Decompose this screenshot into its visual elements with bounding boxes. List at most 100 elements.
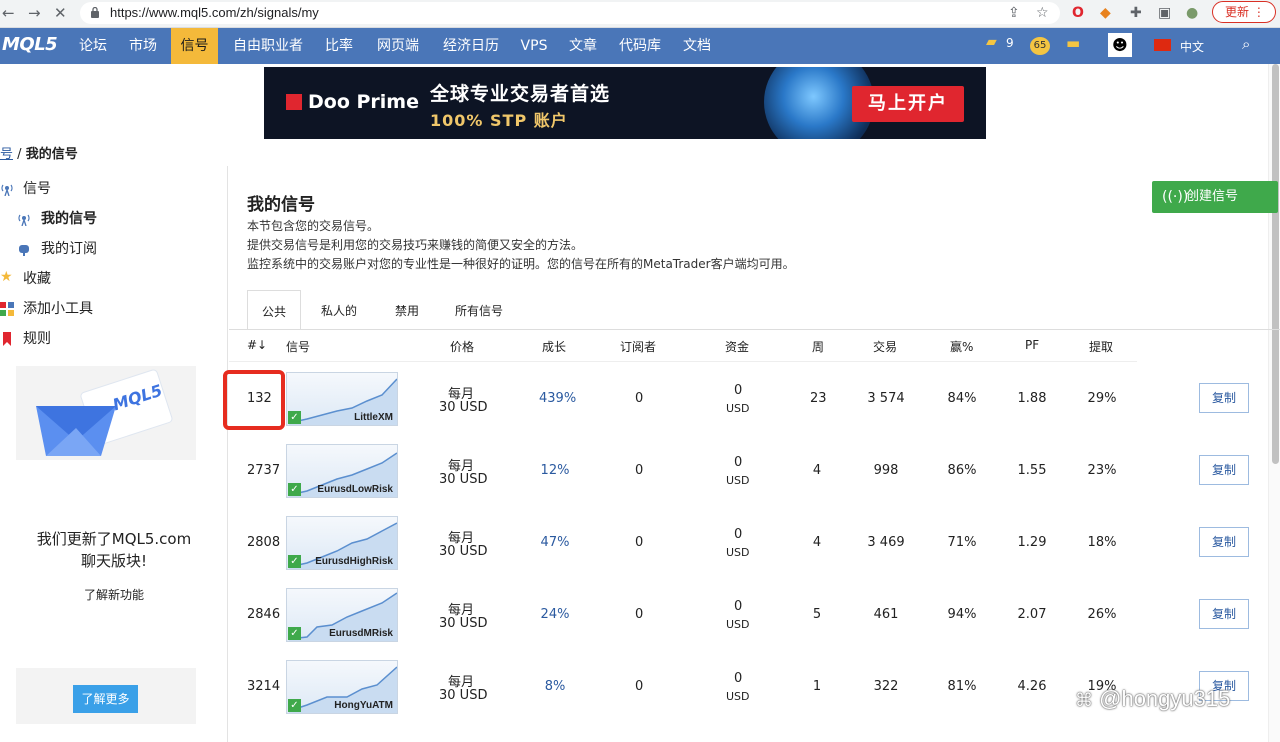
language-selector[interactable]: 中文	[1180, 38, 1204, 55]
nav-webterminal[interactable]: 网页端	[370, 28, 426, 64]
table-row[interactable]: 2737 EurusdLowRisk ✓ 每月 30 USD 12% 0 0 USD 4 998 86…	[229, 437, 1249, 509]
sidebar-item-subscriptions[interactable]: 我的订阅	[41, 240, 97, 258]
subscribers-value: 0	[635, 607, 644, 622]
copy-signal-button[interactable]: 复制	[1199, 599, 1249, 629]
folder-icon[interactable]: ▰	[986, 34, 997, 50]
tab-private[interactable]: 私人的	[311, 290, 367, 330]
copy-signal-button[interactable]: 复制	[1199, 455, 1249, 485]
col-growth[interactable]: 成长	[542, 338, 566, 355]
signal-thumbnail[interactable]: EurusdHighRisk ✓	[286, 516, 398, 570]
subscribers-value: 0	[635, 463, 644, 478]
table-row[interactable]: 2808 EurusdHighRisk ✓ 每月 30 USD 47% 0 0 USD 4 3 46…	[229, 509, 1249, 581]
profit-factor-value: 2.07	[1017, 607, 1047, 622]
drawdown-value: 18%	[1087, 535, 1117, 550]
sidebar-item-favorites[interactable]: 收藏	[23, 270, 51, 288]
signal-thumbnail[interactable]: EurusdLowRisk ✓	[286, 444, 398, 498]
sidebar-item-widgets[interactable]: 添加小工具	[23, 300, 93, 318]
browser-toolbar: ← → ✕ https://www.mql5.com/zh/signals/my…	[0, 0, 1280, 28]
main-content: 我的信号 本节包含您的交易信号。 提供交易信号是利用您的交易技巧来赚钱的简便又安…	[229, 166, 1280, 742]
banner-cta-button[interactable]: 马上开户	[852, 86, 964, 122]
nav-market[interactable]: 市场	[122, 28, 164, 64]
table-row[interactable]: 3214 HongYuATM ✓ 每月 30 USD 8% 0 0 USD 1 322 81% 4.26…	[229, 653, 1249, 725]
promo-card-image[interactable]: MQL5	[16, 366, 196, 460]
opera-icon[interactable]: O	[1072, 4, 1084, 22]
nav-signals[interactable]: 信号	[171, 28, 218, 64]
growth-value[interactable]: 8%	[539, 679, 571, 694]
win-rate-value: 81%	[947, 679, 977, 694]
share-icon[interactable]: ⇪	[1008, 4, 1020, 22]
table-header: #↓ 信号 价格 成长 订阅者 资金 周 交易 赢% PF 提取	[229, 330, 1137, 362]
signal-thumbnail[interactable]: LittleXM ✓	[286, 372, 398, 426]
col-subscribers[interactable]: 订阅者	[620, 338, 656, 355]
nav-docs[interactable]: 文档	[676, 28, 718, 64]
widgets-icon	[0, 302, 14, 316]
notifications-badge[interactable]: 65	[1030, 37, 1050, 55]
col-drawdown[interactable]: 提取	[1089, 338, 1113, 355]
trades-value: 3 469	[867, 535, 905, 550]
sidebar-item-rules[interactable]: 规则	[23, 330, 51, 348]
learn-more-button[interactable]: 了解更多	[73, 685, 138, 713]
nav-forum[interactable]: 论坛	[72, 28, 114, 64]
win-rate-value: 94%	[947, 607, 977, 622]
create-signal-button[interactable]: ((·)) 创建信号	[1152, 181, 1278, 213]
table-row[interactable]: 2846 EurusdMRisk ✓ 每月 30 USD 24% 0 0 USD 5 461 94% 2…	[229, 581, 1249, 653]
col-trades[interactable]: 交易	[873, 338, 897, 355]
sidebar-item-signals[interactable]: 信号	[23, 180, 51, 198]
extensions-icon[interactable]: ✚	[1130, 4, 1142, 22]
col-number[interactable]: #↓	[247, 338, 267, 352]
profit-factor-value: 1.55	[1017, 463, 1047, 478]
nav-calendar[interactable]: 经济日历	[436, 28, 506, 64]
breadcrumb-separator: /	[17, 147, 22, 162]
col-signal[interactable]: 信号	[286, 338, 310, 355]
nav-codebase[interactable]: 代码库	[612, 28, 668, 64]
signal-thumbnail[interactable]: HongYuATM ✓	[286, 660, 398, 714]
weeks-value: 1	[812, 679, 822, 694]
address-bar[interactable]: https://www.mql5.com/zh/signals/my	[80, 2, 1060, 24]
col-pf[interactable]: PF	[1025, 338, 1039, 352]
nav-quotes[interactable]: 比率	[318, 28, 360, 64]
metamask-icon[interactable]: ◆	[1100, 4, 1111, 22]
col-price[interactable]: 价格	[450, 338, 474, 355]
stop-icon[interactable]: ✕	[54, 3, 67, 23]
signal-number: 2737	[247, 463, 281, 478]
col-win[interactable]: 赢%	[950, 338, 973, 355]
verified-check-icon: ✓	[288, 627, 301, 640]
growth-value[interactable]: 439%	[539, 391, 576, 406]
breadcrumb-signals-link[interactable]: 号	[0, 147, 13, 162]
col-funds[interactable]: 资金	[725, 338, 749, 355]
funds-value: 0	[734, 455, 743, 470]
tab-public[interactable]: 公共	[247, 290, 301, 330]
promo-link[interactable]: 了解新功能	[0, 584, 228, 606]
growth-value[interactable]: 47%	[539, 535, 571, 550]
sidebar-item-my-signals[interactable]: 我的信号	[41, 210, 97, 228]
subscribers-value: 0	[635, 535, 644, 550]
table-row[interactable]: 132 LittleXM ✓ 每月 30 USD 439% 0 0 USD 23 3 574 84% 1…	[229, 365, 1249, 437]
growth-value[interactable]: 24%	[539, 607, 571, 622]
create-signal-label: 创建信号	[1186, 189, 1239, 204]
tab-disabled[interactable]: 禁用	[377, 290, 437, 330]
china-flag-icon	[1154, 39, 1171, 51]
nav-articles[interactable]: 文章	[562, 28, 604, 64]
mql5-logo[interactable]: MQL5	[2, 34, 58, 55]
ad-banner[interactable]: Doo Prime 全球专业交易者首选 100% STP 账户 马上开户	[264, 67, 986, 139]
trades-value: 3 574	[867, 391, 905, 406]
back-icon[interactable]: ←	[2, 3, 15, 23]
bookmark-star-icon[interactable]: ☆	[1036, 4, 1049, 22]
growth-value[interactable]: 12%	[539, 463, 571, 478]
tab-all-signals[interactable]: 所有信号	[445, 290, 513, 330]
profile-avatar[interactable]: ●	[1186, 4, 1198, 22]
col-weeks[interactable]: 周	[812, 338, 824, 355]
copy-signal-button[interactable]: 复制	[1199, 527, 1249, 557]
nav-freelance[interactable]: 自由职业者	[226, 28, 310, 64]
chat-icon[interactable]: ▬	[1066, 34, 1080, 52]
copy-signal-button[interactable]: 复制	[1199, 383, 1249, 413]
win-rate-value: 84%	[947, 391, 977, 406]
forward-icon[interactable]: →	[28, 3, 41, 23]
signal-thumbnail[interactable]: EurusdMRisk ✓	[286, 588, 398, 642]
sidepanel-icon[interactable]: ▣	[1158, 4, 1171, 22]
update-button[interactable]: 更新 ⋮	[1212, 1, 1276, 23]
description-line1: 本节包含您的交易信号。	[247, 219, 380, 233]
nav-vps[interactable]: VPS	[514, 28, 554, 64]
user-avatar[interactable]: ☻	[1108, 33, 1132, 57]
search-icon[interactable]: ⌕	[1242, 35, 1250, 53]
